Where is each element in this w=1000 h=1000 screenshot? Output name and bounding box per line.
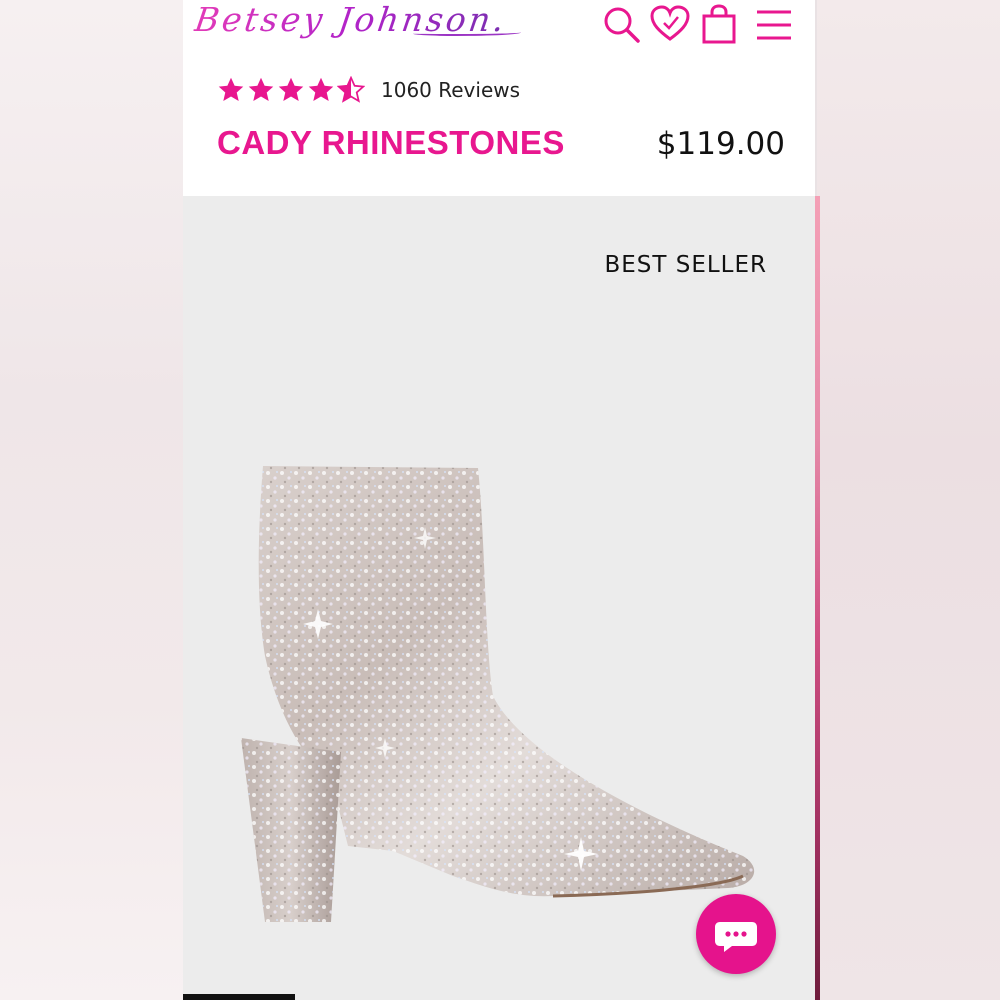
reviews-link[interactable]: 1060 Reviews [381, 78, 520, 102]
image-carousel-indicator [183, 994, 295, 1000]
search-icon[interactable] [600, 4, 642, 44]
best-seller-badge: BEST SELLER [604, 252, 767, 278]
menu-icon[interactable] [753, 4, 795, 44]
product-page: Betsey Johnson. 1060 Reviews CADY RHINES… [183, 0, 815, 1000]
star-icon [218, 77, 244, 101]
product-price: $119.00 [656, 126, 785, 162]
product-image-boot[interactable] [223, 456, 783, 926]
bag-icon[interactable] [698, 4, 740, 44]
star-rating [217, 76, 365, 104]
half-star-icon [337, 76, 365, 103]
blurred-background-right [817, 0, 1000, 1000]
star-icon [248, 77, 274, 101]
product-image-area[interactable]: BEST SELLER [183, 196, 815, 1000]
title-row: CADY RHINESTONES $119.00 [217, 124, 785, 166]
star-icon [308, 77, 334, 101]
chat-button[interactable] [696, 894, 776, 974]
rating-row: 1060 Reviews [217, 74, 520, 106]
product-title: CADY RHINESTONES [217, 124, 565, 161]
heart-icon[interactable] [649, 4, 691, 44]
site-header: Betsey Johnson. [183, 0, 815, 48]
chat-icon [715, 922, 757, 952]
star-icon [278, 77, 304, 101]
blurred-background-left [0, 0, 183, 1000]
